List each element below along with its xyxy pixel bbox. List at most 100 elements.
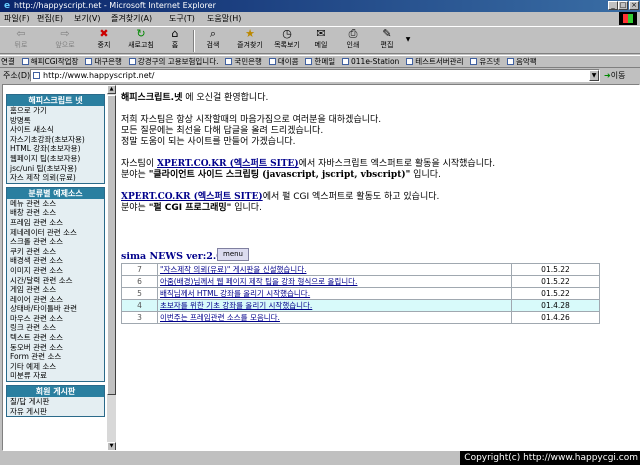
menu-favorites[interactable]: 즐겨찾기(A) — [109, 13, 154, 24]
page-content: 해피스크립트 넷 홈으로 가기 방명록 사이트 새소식 자스기초강좌(초보자용)… — [2, 84, 640, 451]
refresh-button[interactable]: ↻ 새로고침 — [124, 28, 158, 54]
scroll-down-arrow-icon[interactable]: ▼ — [107, 442, 116, 450]
stop-button[interactable]: ✖ 중지 — [94, 28, 114, 54]
close-button[interactable]: × — [629, 1, 639, 10]
sidebar-item[interactable]: 제네레이터 관련 소스 — [7, 227, 104, 238]
history-button[interactable]: ◷ 목록보기 — [270, 28, 304, 54]
sidebar-item[interactable]: 레이어 관련 소스 — [7, 294, 104, 305]
sidebar-item[interactable]: 배경색 관련 소스 — [7, 256, 104, 266]
edit-button[interactable]: ✎ 편집 — [376, 28, 398, 54]
search-icon: ⌕ — [209, 27, 217, 40]
scrollbar-thumb[interactable] — [107, 95, 116, 395]
menu-file[interactable]: 파일(F) — [2, 13, 32, 24]
table-row: 7 "자스제작 의뢰(유료)" 게시판을 신설했습니다. 01.5.22 — [121, 263, 600, 276]
sidebar-scrollbar[interactable]: ▲ ▼ — [107, 85, 116, 450]
link-item[interactable]: 테스트서버관리 — [405, 56, 466, 67]
address-dropdown-icon[interactable]: ▼ — [589, 70, 599, 81]
sidebar-item[interactable]: 링크 관련 소스 — [7, 323, 104, 334]
link-item[interactable]: 한메일 — [304, 56, 338, 67]
menu-tools[interactable]: 도구(T) — [167, 13, 197, 24]
stop-icon: ✖ — [99, 27, 109, 40]
menu-help[interactable]: 도움말(H) — [205, 13, 243, 24]
minimize-button[interactable]: _ — [608, 1, 618, 10]
back-arrow-icon: ⇦ — [16, 27, 26, 40]
link-item[interactable]: 음악팩 — [506, 56, 540, 67]
sidebar-item[interactable]: 메뉴 관련 소스 — [7, 198, 104, 209]
sidebar-item[interactable]: 게임 관련 소스 — [7, 285, 104, 295]
sidebar-item[interactable]: 자스기초강좌(초보자용) — [7, 134, 104, 145]
home-button[interactable]: ⌂ 홈 — [164, 28, 186, 54]
news-date: 01.4.28 — [511, 299, 600, 312]
link-item[interactable]: 대이콤 — [268, 56, 302, 67]
menu-edit[interactable]: 편집(E) — [35, 13, 65, 24]
link-item[interactable]: 해피CGI작업장 — [21, 56, 82, 67]
table-row: 6 아줌(배경)님께서 웹 페이지 제작 팁을 강좌 형식으로 올립니다. 01… — [121, 275, 600, 288]
news-subject-link[interactable]: 배직님께서 HTML 강좌를 올리기 시작했습니다. — [157, 287, 512, 300]
sidebar-item[interactable]: 텍스트 관련 소스 — [7, 333, 104, 343]
home-icon: ⌂ — [171, 27, 179, 40]
perl-expert-line: XPERT.CO.KR (엑스퍼트 SITE)에서 펄 CGI 엑스퍼트로 활동… — [121, 192, 440, 202]
news-date: 01.4.26 — [511, 311, 600, 324]
page-icon — [33, 72, 40, 79]
sidebar-item[interactable]: 사이트 새소식 — [7, 125, 104, 135]
search-button[interactable]: ⌕ 검색 — [202, 28, 224, 54]
link-item[interactable]: 국민은행 — [224, 56, 265, 67]
intro-text: 저희 자스팀은 항상 시작할때의 마음가짐으로 여러분을 대하겠습니다. — [121, 115, 382, 125]
javascript-field-line: 분야는 "클라이언트 사이드 스크립팅 (javascript, jscript… — [121, 170, 441, 180]
sidebar-item[interactable]: 홈으로 가기 — [7, 106, 104, 116]
sidebar-item[interactable]: 이미지 관련 소스 — [7, 265, 104, 276]
sidebar-item[interactable]: 동오버 관련 소스 — [7, 342, 104, 353]
link-item[interactable]: 강경구의 고용보험입니다. — [128, 56, 222, 67]
sidebar-item[interactable]: Form 관련 소스 — [7, 352, 104, 362]
sidebar-item[interactable]: 자유 게시판 — [7, 406, 104, 417]
maximize-button[interactable]: □ — [618, 1, 628, 10]
edit-dropdown-arrow-icon[interactable]: ▼ — [404, 28, 412, 54]
print-button[interactable]: ⎙ 인쇄 — [342, 28, 364, 54]
back-button[interactable]: ⇦ 뒤로 — [6, 28, 36, 54]
sidebar-item[interactable]: 마우스 관련 소스 — [7, 313, 104, 324]
page-icon — [406, 58, 414, 65]
sidebar-section-boards: 회원 게시판 질/답 게시판 자유 게시판 — [6, 385, 105, 418]
sidebar-item[interactable]: 프레임 관련 소스 — [7, 217, 104, 228]
sidebar-item[interactable]: jsc/uni 팁(초보자용) — [7, 163, 104, 174]
mail-button[interactable]: ✉ 메일 — [310, 28, 332, 54]
sidebar-item[interactable]: 배창 관련 소스 — [7, 208, 104, 218]
news-subject-link[interactable]: 아줌(배경)님께서 웹 페이지 제작 팁을 강좌 형식으로 올립니다. — [157, 275, 512, 288]
news-subject-link[interactable]: 이번주는 프레임관련 소스를 모음니다. — [157, 311, 512, 324]
favorites-button[interactable]: ★ 즐겨찾기 — [232, 28, 268, 54]
menu-view[interactable]: 보기(V) — [72, 13, 102, 24]
sidebar-item[interactable]: 기타 예제 소스 — [7, 361, 104, 372]
news-subject-link[interactable]: 초보자를 위한 기초 강좌를 올리기 시작했습니다. — [157, 299, 512, 312]
sidebar-item[interactable]: 스크롤 관련 소스 — [7, 237, 104, 247]
main-content: 해피스크립트.넷 에 오신걸 환영합니다. 저희 자스팀은 항상 시작할때의 마… — [121, 93, 611, 214]
page-icon — [225, 58, 233, 65]
forward-button[interactable]: ⇨ 앞으로 — [50, 28, 80, 54]
scroll-up-arrow-icon[interactable]: ▲ — [107, 85, 116, 94]
refresh-icon: ↻ — [136, 27, 146, 40]
news-subject-link[interactable]: "자스제작 의뢰(유료)" 게시판을 신설했습니다. — [157, 263, 512, 276]
link-item[interactable]: 유즈넷 — [469, 56, 503, 67]
link-item[interactable]: 011e-Station — [341, 56, 402, 67]
sidebar-item[interactable]: HTML 강좌(초보자용) — [7, 144, 104, 154]
sidebar-item[interactable]: 자스 제작 의뢰(유료) — [7, 173, 104, 183]
page-icon — [268, 58, 276, 65]
copyright-notice: Copyright(c) http://www.happycgi.com — [460, 451, 640, 465]
sidebar-item[interactable]: 쿠키 관련 소스 — [7, 246, 104, 257]
xpert-link[interactable]: XPERT.CO.KR (엑스퍼트 SITE) — [157, 159, 299, 169]
news-title: sima NEWS ver:2.0 — [121, 251, 223, 262]
sidebar-item[interactable]: 질/답 게시판 — [7, 397, 104, 407]
address-input[interactable]: http://www.happyscript.net/ ▼ — [30, 69, 600, 82]
table-row: 3 이번주는 프레임관련 소스를 모음니다. 01.4.26 — [121, 311, 600, 324]
sidebar-item[interactable]: 미분류 자료 — [7, 371, 104, 382]
sidebar-item[interactable]: 시간/달력 관련 소스 — [7, 275, 104, 286]
news-table: 7 "자스제작 의뢰(유료)" 게시판을 신설했습니다. 01.5.22 6 아… — [121, 263, 600, 324]
news-menu-button[interactable]: menu — [217, 248, 249, 261]
xpert-link[interactable]: XPERT.CO.KR (엑스퍼트 SITE) — [121, 192, 263, 202]
sidebar-item[interactable]: 웹페이지 팁(초보자용) — [7, 153, 104, 164]
go-button[interactable]: ➜이동 — [604, 69, 638, 82]
link-item[interactable]: 대구은행 — [84, 56, 125, 67]
sidebar-item[interactable]: 방명록 — [7, 115, 104, 126]
sidebar-item[interactable]: 상태바/타이틀바 관련 — [7, 304, 104, 314]
welcome-line: 해피스크립트.넷 에 오신걸 환영합니다. — [121, 93, 269, 103]
table-row-highlighted: 4 초보자를 위한 기초 강좌를 올리기 시작했습니다. 01.4.28 — [121, 299, 600, 312]
